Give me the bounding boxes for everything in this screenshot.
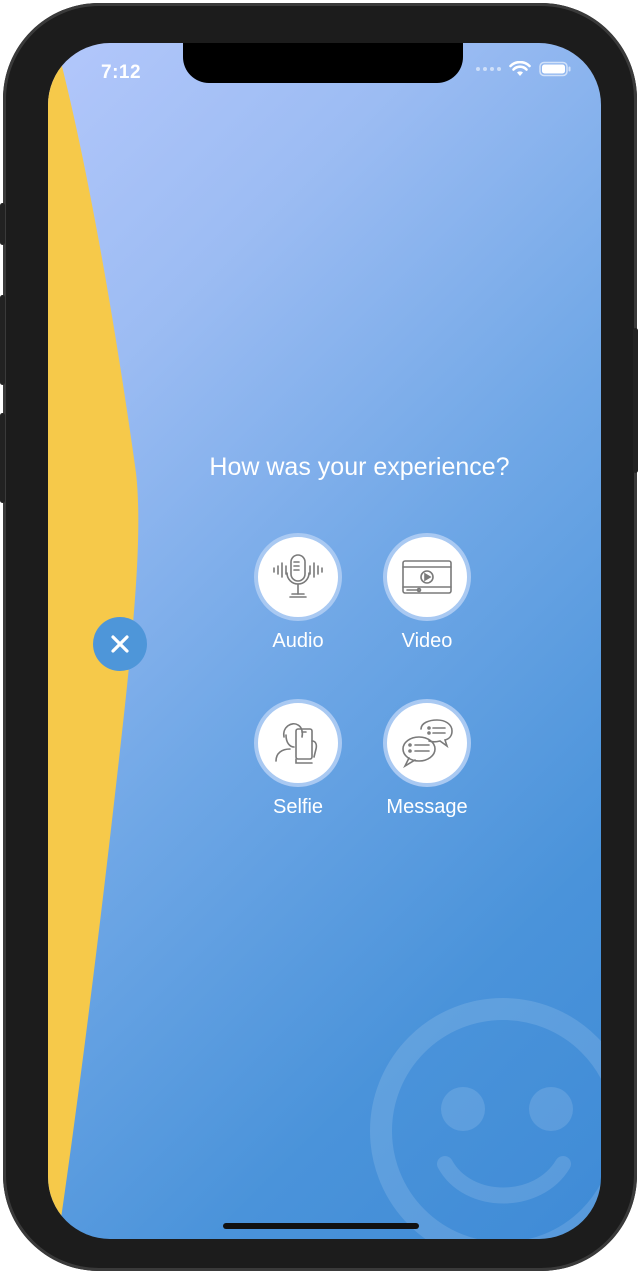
chat-bubbles-icon — [402, 719, 453, 769]
close-button[interactable] — [93, 617, 147, 671]
notch — [183, 43, 463, 83]
selfie-button[interactable] — [254, 699, 342, 787]
phone-frame: 7:12 How was your experience? Audio Vide… — [0, 3, 638, 1271]
mute-switch — [0, 203, 5, 245]
volume-down-button — [0, 413, 5, 503]
audio-label: Audio — [272, 630, 324, 652]
selfie-option[interactable]: Selfie — [233, 699, 363, 819]
prompt-title: How was your experience? — [209, 453, 510, 481]
close-icon — [111, 635, 129, 653]
selfie-label: Selfie — [272, 796, 324, 818]
status-icons — [476, 61, 571, 77]
volume-up-button — [0, 295, 5, 385]
video-option[interactable]: Video — [362, 533, 492, 653]
smiley-icon — [370, 998, 601, 1239]
audio-button[interactable] — [254, 533, 342, 621]
message-button[interactable] — [383, 699, 471, 787]
home-indicator[interactable] — [223, 1223, 419, 1229]
video-button[interactable] — [383, 533, 471, 621]
status-time: 7:12 — [101, 62, 142, 83]
message-label: Message — [386, 796, 468, 818]
microphone-icon — [273, 554, 323, 598]
video-player-icon — [402, 560, 452, 594]
audio-option[interactable]: Audio — [233, 533, 363, 653]
selfie-icon — [275, 722, 318, 764]
screen: 7:12 How was your experience? Audio Vide… — [48, 43, 601, 1239]
signal-icon — [476, 67, 501, 71]
battery-icon — [539, 61, 571, 77]
power-button — [633, 328, 638, 473]
wifi-icon — [509, 61, 531, 76]
message-option[interactable]: Message — [362, 699, 492, 819]
video-label: Video — [401, 630, 453, 652]
